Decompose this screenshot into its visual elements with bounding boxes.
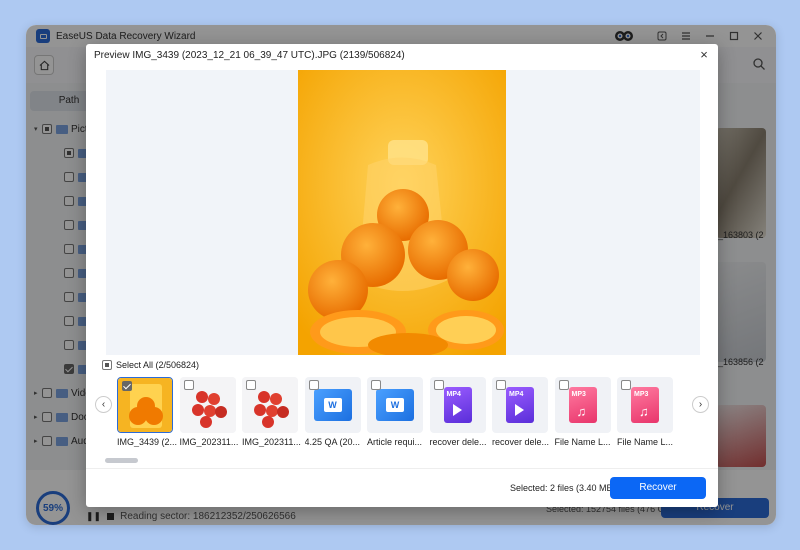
select-all-label: Select All (2/506824): [116, 360, 200, 370]
thumbnail-image[interactable]: MP4: [492, 377, 548, 433]
thumbnail-item[interactable]: MP3 ♫ File Name L...: [554, 377, 611, 450]
thumbnail-name: 4.25 QA (20...: [304, 437, 361, 447]
select-all-checkbox[interactable]: [102, 360, 112, 370]
thumbnail-image[interactable]: W: [304, 377, 361, 433]
thumbnail-item[interactable]: W 4.25 QA (20...: [304, 377, 361, 450]
thumbnail-name: recover dele...: [492, 437, 550, 447]
document-icon: W: [376, 389, 414, 421]
close-icon[interactable]: ×: [696, 47, 712, 63]
thumbnail-item[interactable]: IMG_202311...: [179, 377, 238, 450]
document-icon: W: [313, 389, 352, 421]
prev-thumbnails-button[interactable]: ‹: [95, 396, 112, 413]
preview-dialog: Preview IMG_3439 (2023_12_21 06_39_47 UT…: [86, 44, 718, 507]
thumbnail-name: recover dele...: [429, 437, 487, 447]
video-file-icon: MP4: [443, 387, 472, 423]
thumbnail-name: Article requi...: [367, 437, 423, 447]
preview-title: Preview IMG_3439 (2023_12_21 06_39_47 UT…: [94, 50, 405, 61]
thumbnail-image[interactable]: W: [367, 377, 423, 433]
thumbnail-image[interactable]: MP3 ♫: [554, 377, 611, 433]
thumbnail-item[interactable]: MP4 recover dele...: [429, 377, 487, 450]
next-thumbnails-button[interactable]: ›: [692, 396, 709, 413]
preview-footer: Selected: 2 files (3.40 MB) Recover: [86, 468, 718, 507]
chevron-left-icon: ‹: [101, 399, 106, 410]
thumbnail-image[interactable]: MP4: [429, 377, 486, 433]
thumbnail-checkbox[interactable]: [308, 380, 319, 390]
thumbnail-strip: IMG_3439 (2... IMG_202311... IMG_202311...…: [117, 377, 677, 450]
thumbnail-item[interactable]: W Article requi...: [367, 377, 423, 450]
thumbnail-name: File Name L...: [554, 437, 611, 447]
thumbnail-checkbox[interactable]: [433, 380, 444, 390]
thumbnail-item[interactable]: MP3 ♫ File Name L...: [617, 377, 673, 450]
thumbnail-image[interactable]: [179, 377, 236, 433]
thumbnail-image[interactable]: [117, 377, 173, 433]
thumbnail-checkbox[interactable]: [558, 380, 569, 390]
thumbnail-checkbox[interactable]: [122, 381, 132, 391]
video-file-icon: MP4: [506, 387, 534, 423]
preview-area: [106, 70, 700, 355]
thumbnail-item[interactable]: MP4 recover dele...: [492, 377, 549, 450]
recover-button[interactable]: Recover: [610, 477, 706, 499]
select-all-row[interactable]: Select All (2/506824): [102, 360, 199, 370]
thumbnail-checkbox[interactable]: [371, 380, 381, 390]
chevron-right-icon: ›: [698, 399, 703, 410]
thumbnail-item[interactable]: IMG_202311...: [242, 377, 301, 450]
thumbnail-checkbox[interactable]: [621, 380, 631, 390]
audio-file-icon: MP3 ♫: [568, 387, 597, 423]
audio-file-icon: MP3 ♫: [631, 387, 659, 423]
thumbnail-name: IMG_3439 (2...: [117, 437, 178, 447]
selected-files-info: Selected: 2 files (3.40 MB): [510, 483, 616, 493]
thumbnail-name: File Name L...: [617, 437, 674, 447]
preview-image: [298, 70, 506, 355]
thumbnail-checkbox[interactable]: [183, 380, 194, 390]
thumbnail-image[interactable]: [242, 377, 298, 433]
horizontal-scrollbar[interactable]: [105, 458, 138, 463]
thumbnail-checkbox[interactable]: [496, 380, 506, 390]
thumbnail-item[interactable]: IMG_3439 (2...: [117, 377, 177, 450]
thumbnail-name: IMG_202311...: [242, 437, 301, 447]
thumbnail-image[interactable]: MP3 ♫: [617, 377, 673, 433]
thumbnail-checkbox[interactable]: [246, 380, 256, 390]
thumbnail-name: IMG_202311...: [179, 437, 239, 447]
